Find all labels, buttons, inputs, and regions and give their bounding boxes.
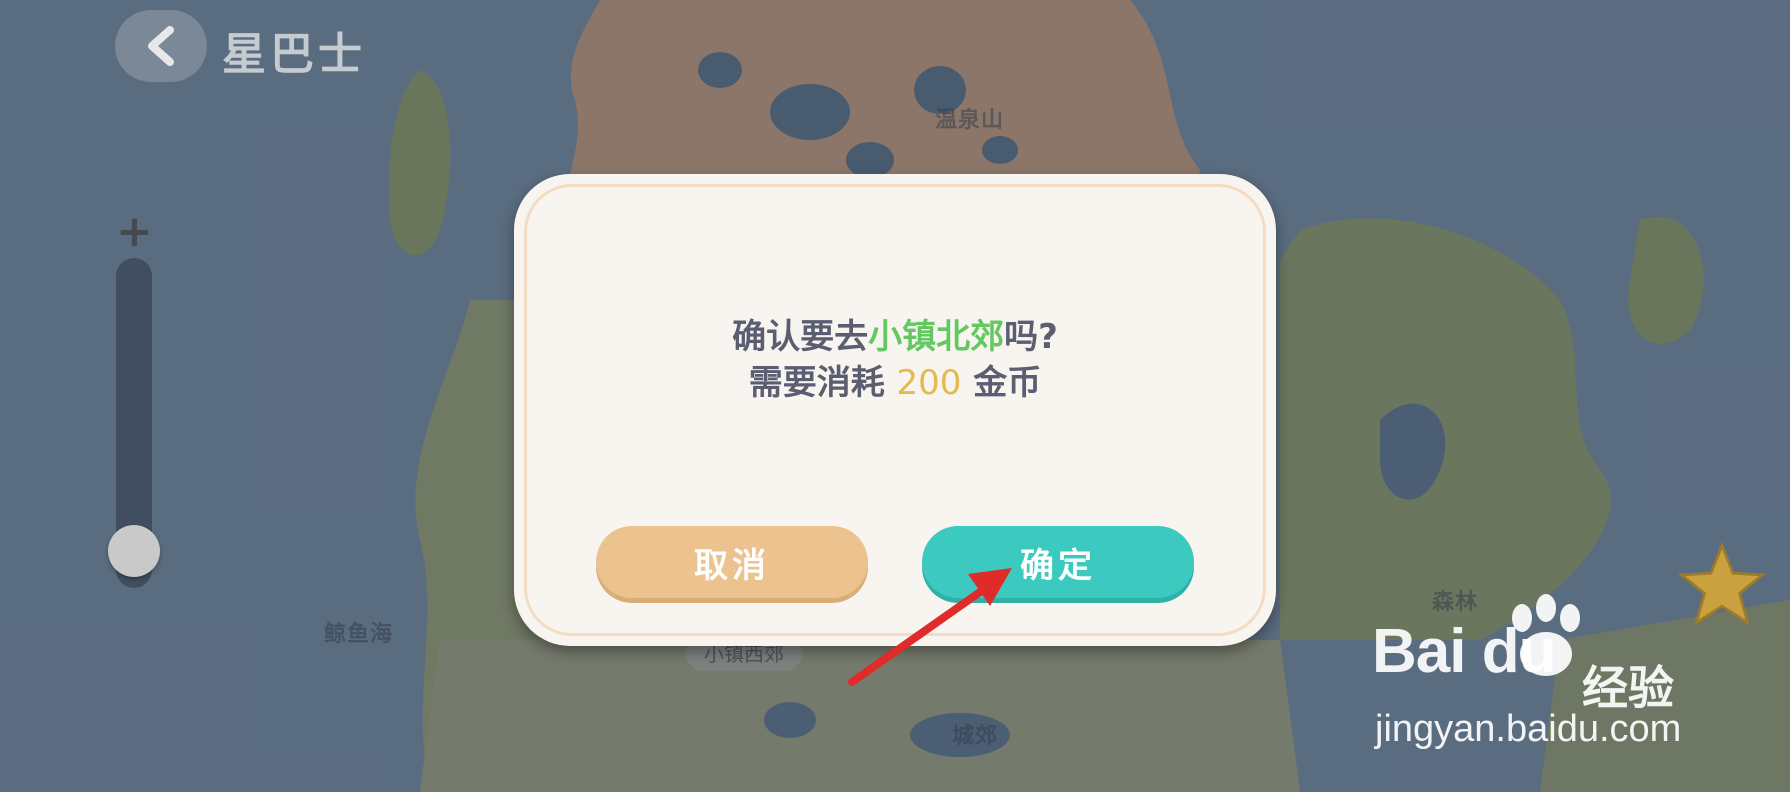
- zoom-in-icon[interactable]: +: [116, 210, 153, 254]
- cost-amount: 200: [896, 363, 962, 403]
- dialog-message: 确认要去小镇北郊吗? 需要消耗 200 金币: [514, 314, 1276, 406]
- chevron-left-icon: [148, 26, 174, 66]
- map-title: 星巴士: [222, 29, 366, 80]
- zoom-slider-knob[interactable]: [108, 525, 160, 577]
- destination-name: 小镇北郊: [868, 317, 1005, 357]
- star-icon: [1677, 541, 1767, 626]
- cost-prefix: 需要消耗: [748, 363, 897, 403]
- message-prefix: 确认要去: [732, 317, 869, 357]
- cancel-button[interactable]: 取消: [596, 526, 868, 598]
- paw-icon: [1512, 594, 1580, 676]
- cost-suffix: 金币: [961, 363, 1042, 403]
- message-suffix: 吗?: [1004, 317, 1058, 357]
- dialog-message-line2: 需要消耗 200 金币: [514, 360, 1276, 406]
- confirm-button[interactable]: 确定: [922, 526, 1194, 598]
- back-button[interactable]: [115, 10, 207, 82]
- confirm-dialog: 确认要去小镇北郊吗? 需要消耗 200 金币 取消 确定: [514, 174, 1276, 646]
- watermark-url: jingyan.baidu.com: [1375, 708, 1682, 750]
- game-screen: 温泉山 鲸鱼海 森林 城郊 小镇西郊 星巴士 + 确认要去小镇北郊吗? 需要消耗…: [0, 0, 1790, 792]
- dialog-message-line1: 确认要去小镇北郊吗?: [514, 314, 1276, 360]
